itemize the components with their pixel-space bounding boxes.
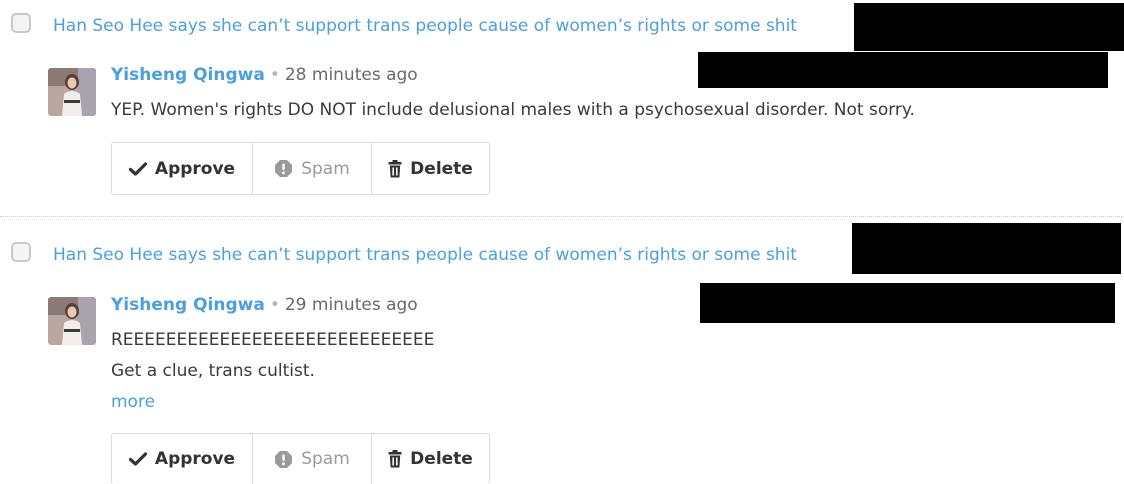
delete-button[interactable]: Delete — [371, 143, 489, 194]
avatar[interactable] — [48, 297, 96, 345]
spam-label: Spam — [301, 449, 350, 469]
approve-label: Approve — [154, 158, 236, 179]
author-name[interactable]: Yisheng Qingwa — [111, 65, 265, 85]
spam-button[interactable]: Spam — [252, 143, 371, 194]
thread-title-link[interactable]: Han Seo Hee says she can’t support trans… — [53, 245, 797, 265]
meta-separator: • — [269, 65, 280, 85]
comment-body: YEP. Women's rights DO NOT include delus… — [111, 95, 915, 126]
comment-line: REEEEEEEEEEEEEEEEEEEEEEEEEEEEE — [111, 330, 435, 350]
select-checkbox[interactable] — [11, 242, 31, 262]
comment-time: 28 minutes ago — [284, 65, 418, 85]
comment-item: Han Seo Hee says she can’t support trans… — [0, 216, 1124, 484]
moderation-actions: Approve Spam Delete — [111, 142, 490, 195]
delete-label: Delete — [410, 158, 473, 179]
comment-line: YEP. Women's rights DO NOT include delus… — [111, 100, 915, 120]
trash-icon — [388, 159, 402, 178]
meta-separator: • — [269, 295, 280, 315]
comment-meta: Yisheng Qingwa • 29 minutes ago — [111, 295, 418, 315]
checkmark-icon — [128, 452, 147, 466]
delete-button[interactable]: Delete — [371, 434, 489, 484]
approve-button[interactable]: Approve — [112, 434, 252, 484]
spam-button[interactable]: Spam — [252, 434, 371, 484]
author-name[interactable]: Yisheng Qingwa — [111, 295, 265, 315]
redaction-box — [698, 52, 1108, 88]
spam-label: Spam — [301, 158, 350, 179]
trash-icon — [388, 450, 402, 468]
redaction-box — [700, 283, 1115, 323]
comment-meta: Yisheng Qingwa • 28 minutes ago — [111, 65, 418, 85]
redaction-box — [852, 223, 1121, 274]
approve-label: Approve — [154, 449, 236, 469]
comment-body: REEEEEEEEEEEEEEEEEEEEEEEEEEEEE Get a clu… — [111, 325, 434, 387]
moderation-actions: Approve Spam Delete — [111, 433, 490, 484]
comment-item: Han Seo Hee says she can’t support trans… — [0, 0, 1124, 216]
alert-octagon-icon — [274, 159, 293, 178]
thread-title-link[interactable]: Han Seo Hee says she can’t support trans… — [53, 16, 797, 36]
select-checkbox[interactable] — [11, 13, 31, 33]
more-link[interactable]: more — [111, 392, 155, 412]
approve-button[interactable]: Approve — [112, 143, 252, 194]
comment-line: Get a clue, trans cultist. — [111, 361, 315, 381]
delete-label: Delete — [410, 449, 473, 469]
avatar[interactable] — [48, 68, 96, 116]
comment-time: 29 minutes ago — [284, 295, 418, 315]
checkmark-icon — [128, 161, 147, 176]
alert-octagon-icon — [274, 450, 293, 469]
redaction-box — [854, 3, 1124, 51]
